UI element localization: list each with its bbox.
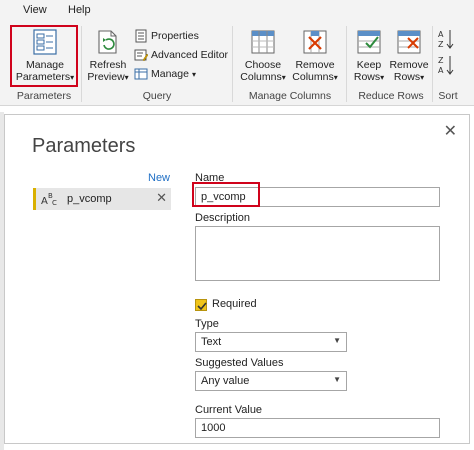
refresh-preview-label-2: Preview (87, 71, 125, 83)
highlight-box-name (192, 182, 260, 207)
remove-columns-icon (303, 30, 327, 54)
choose-columns-label-1: Choose (244, 59, 282, 71)
remove-rows-label-2: Rows (393, 71, 421, 83)
chevron-down-icon: ▾ (191, 69, 196, 79)
manage-label: Manage (151, 68, 189, 80)
group-label-manage-columns: Manage Columns (248, 90, 332, 102)
suggested-values-select[interactable]: Any value ▼ (195, 371, 347, 391)
group-label-query: Query (142, 90, 172, 102)
properties-icon (135, 29, 147, 43)
suggested-values-label: Suggested Values (195, 357, 284, 369)
type-label: Type (195, 318, 219, 330)
keep-rows-icon (357, 30, 381, 54)
group-label-parameters: Parameters (16, 90, 72, 102)
refresh-preview-label-1: Refresh (89, 59, 127, 71)
parameters-dialog: ✕ Parameters New A B C p_vcomp ✕ Name p_… (4, 114, 470, 444)
refresh-icon (98, 30, 117, 54)
chevron-down-icon: ▼ (333, 375, 341, 384)
keep-rows-label-1: Keep (356, 59, 382, 71)
required-label: Required (212, 298, 257, 310)
chevron-down-icon: ▾ (281, 73, 286, 82)
dialog-title: Parameters (32, 135, 136, 157)
remove-rows-icon (397, 30, 421, 54)
svg-text:A: A (41, 196, 48, 207)
choose-columns-label-2: Columns (240, 71, 282, 83)
refresh-preview-button[interactable]: Refresh Preview▾ (85, 28, 131, 84)
group-separator (432, 26, 433, 102)
sort-ascending-icon: A Z (438, 30, 454, 49)
remove-columns-label-2: Columns (292, 71, 334, 83)
sort-descending-button[interactable]: Z A (437, 54, 455, 79)
properties-label: Properties (151, 30, 199, 42)
text-type-icon: A B C (41, 191, 59, 210)
advanced-editor-label: Advanced Editor (151, 49, 229, 61)
group-label-reduce-rows: Reduce Rows (358, 90, 424, 102)
group-separator (81, 26, 82, 102)
svg-text:Z: Z (438, 56, 444, 65)
highlight-box-manage-parameters (10, 25, 78, 87)
type-select[interactable]: Text ▼ (195, 332, 347, 352)
ribbon: Manage Parameters▾ Refresh Preview▾ Prop… (0, 22, 474, 106)
advanced-editor-button[interactable]: Advanced Editor (134, 47, 228, 63)
sort-ascending-button[interactable]: A Z (437, 28, 455, 53)
properties-button[interactable]: Properties (134, 28, 199, 44)
svg-text:A: A (438, 66, 444, 75)
svg-text:A: A (438, 30, 444, 39)
parameter-name-label: p_vcomp (67, 193, 112, 205)
current-value-input[interactable]: 1000 (195, 418, 440, 438)
menu-help[interactable]: Help (68, 4, 91, 16)
sort-descending-icon: Z A (438, 56, 454, 75)
group-label-sort: Sort (438, 90, 458, 102)
type-select-value: Text (201, 336, 222, 348)
keep-rows-button[interactable]: Keep Rows▾ (350, 28, 388, 84)
remove-columns-label-1: Remove (295, 59, 335, 71)
current-value-label: Current Value (195, 404, 263, 416)
suggested-values-value: Any value (201, 375, 250, 387)
close-icon[interactable]: ✕ (444, 121, 457, 141)
description-input[interactable] (195, 226, 440, 281)
remove-columns-button[interactable]: Remove Columns▾ (289, 28, 341, 84)
description-label: Description (195, 212, 251, 224)
chevron-down-icon: ▼ (333, 336, 341, 345)
menu-bar: View Help (0, 0, 474, 22)
svg-text:C: C (52, 199, 57, 207)
required-checkbox[interactable] (195, 299, 207, 311)
chevron-down-icon: ▾ (333, 73, 338, 82)
advanced-editor-icon (134, 49, 148, 62)
menu-view[interactable]: View (23, 4, 47, 16)
manage-button[interactable]: Manage ▾ (134, 66, 196, 82)
chevron-down-icon: ▾ (380, 73, 385, 82)
new-parameter-link[interactable]: New (148, 172, 170, 184)
remove-rows-button[interactable]: Remove Rows▾ (388, 28, 430, 84)
svg-text:Z: Z (438, 40, 444, 49)
delete-parameter-icon[interactable]: ✕ (156, 190, 167, 206)
choose-columns-icon (251, 30, 275, 54)
choose-columns-button[interactable]: Choose Columns▾ (237, 28, 289, 84)
chevron-down-icon: ▾ (420, 73, 425, 82)
group-separator (232, 26, 233, 102)
parameter-list-item[interactable]: A B C p_vcomp ✕ (33, 188, 171, 210)
check-icon (197, 302, 207, 311)
table-icon (134, 68, 148, 80)
keep-rows-label-2: Rows (353, 71, 381, 83)
remove-rows-label-1: Remove (389, 59, 429, 71)
chevron-down-icon: ▾ (124, 73, 129, 82)
group-separator (346, 26, 347, 102)
